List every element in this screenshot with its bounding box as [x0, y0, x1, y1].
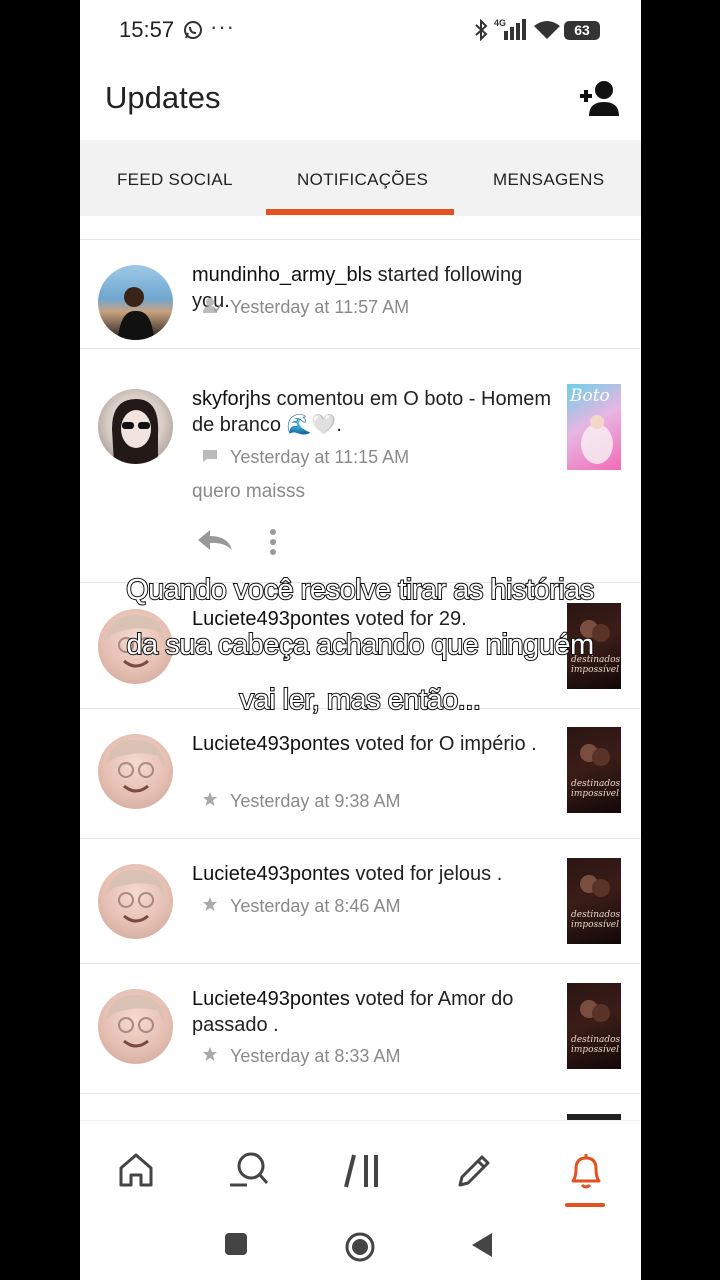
notification-action: comentou em — [276, 388, 398, 410]
username[interactable]: Luciete493pontes — [192, 863, 350, 885]
divider — [80, 239, 641, 240]
home-button[interactable] — [344, 1231, 376, 1268]
divider — [80, 838, 641, 839]
recents-button[interactable] — [224, 1232, 248, 1261]
reply-icon[interactable] — [196, 528, 234, 559]
notification-action: voted for — [355, 608, 434, 630]
notifications-icon[interactable] — [567, 1151, 605, 1196]
notification-end: . — [491, 863, 503, 885]
username[interactable]: Luciete493pontes — [192, 988, 350, 1010]
app-header: Updates — [80, 58, 641, 140]
svg-text:4G: 4G — [494, 18, 506, 28]
avatar[interactable] — [98, 389, 173, 464]
notification-end: . — [267, 1014, 279, 1036]
wifi-icon — [533, 20, 561, 45]
tab-notifications[interactable]: NOTIFICAÇÕES — [297, 170, 428, 190]
story-cover[interactable]: destinados impossível — [567, 983, 621, 1069]
add-friend-icon[interactable] — [578, 78, 622, 123]
avatar[interactable] — [98, 734, 173, 809]
star-icon — [202, 791, 224, 812]
comment-text: quero maisss — [192, 481, 305, 502]
comment-icon — [202, 449, 224, 468]
notification-end: . — [525, 733, 537, 755]
signal-icon: 4G — [494, 17, 530, 46]
notification-action: voted for — [355, 863, 434, 885]
story-title[interactable]: O império — [439, 733, 526, 755]
status-bar: 15:57 ··· 4G 63 — [80, 0, 641, 58]
tab-bar: FEED SOCIAL NOTIFICAÇÕES MENSAGENS — [80, 140, 641, 216]
bottom-nav — [80, 1120, 641, 1220]
home-icon[interactable] — [117, 1151, 155, 1194]
story-cover[interactable]: destinados impossível — [567, 858, 621, 944]
active-nav-indicator — [565, 1203, 605, 1207]
divider — [80, 963, 641, 964]
active-tab-indicator — [266, 209, 454, 215]
notification-time: Yesterday at 11:15 AM — [230, 447, 410, 467]
notification-time: Yesterday at 8:33 AM — [230, 1046, 401, 1066]
star-icon — [202, 896, 224, 917]
notification-end: . — [336, 414, 342, 436]
divider — [80, 348, 641, 349]
username[interactable]: Luciete493pontes — [192, 733, 350, 755]
follow-icon — [202, 297, 224, 318]
avatar[interactable] — [98, 989, 173, 1064]
notification-end: . — [461, 608, 467, 630]
cover-title: destinados impossível — [571, 910, 621, 930]
caption-line: da sua cabeça achando que ninguém — [125, 628, 595, 662]
bluetooth-icon — [472, 18, 490, 46]
avatar[interactable] — [98, 265, 173, 340]
status-time: 15:57 — [119, 17, 175, 42]
cover-title: destinados impossível — [571, 779, 621, 799]
notification-action: voted for — [355, 733, 434, 755]
page-title: Updates — [105, 80, 221, 115]
back-button[interactable] — [470, 1232, 494, 1263]
notification-time: Yesterday at 9:38 AM — [230, 791, 401, 811]
whatsapp-icon — [183, 20, 203, 45]
caption-line: Quando você resolve tirar as histórias — [125, 573, 595, 607]
divider — [80, 1093, 641, 1094]
username[interactable]: mundinho_army_bls — [192, 264, 372, 286]
battery-indicator: 63 — [564, 21, 600, 40]
star-icon — [202, 1046, 224, 1067]
notification-action: voted for — [355, 988, 434, 1010]
username[interactable]: Luciete493pontes — [192, 608, 350, 630]
status-more-icon: ··· — [210, 14, 235, 39]
tab-messages[interactable]: MENSAGENS — [493, 170, 604, 190]
story-title[interactable]: jelous — [439, 863, 491, 885]
story-cover[interactable]: destinados impossível — [567, 727, 621, 813]
search-icon[interactable] — [227, 1151, 269, 1196]
story-title[interactable]: 29 — [439, 608, 461, 630]
tab-feed-social[interactable]: FEED SOCIAL — [117, 170, 233, 190]
write-icon[interactable] — [454, 1151, 494, 1196]
notification-time: Yesterday at 11:57 AM — [230, 297, 410, 317]
avatar[interactable] — [98, 864, 173, 939]
username[interactable]: skyforjhs — [192, 388, 271, 410]
notification-time: Yesterday at 8:46 AM — [230, 896, 401, 916]
cover-title: destinados impossível — [571, 1035, 621, 1055]
library-icon[interactable] — [342, 1151, 382, 1196]
more-options-icon[interactable] — [268, 528, 278, 563]
story-cover[interactable]: Boto — [567, 384, 621, 470]
caption-line: vai ler, mas então... — [239, 683, 482, 717]
system-nav-bar — [80, 1220, 641, 1280]
